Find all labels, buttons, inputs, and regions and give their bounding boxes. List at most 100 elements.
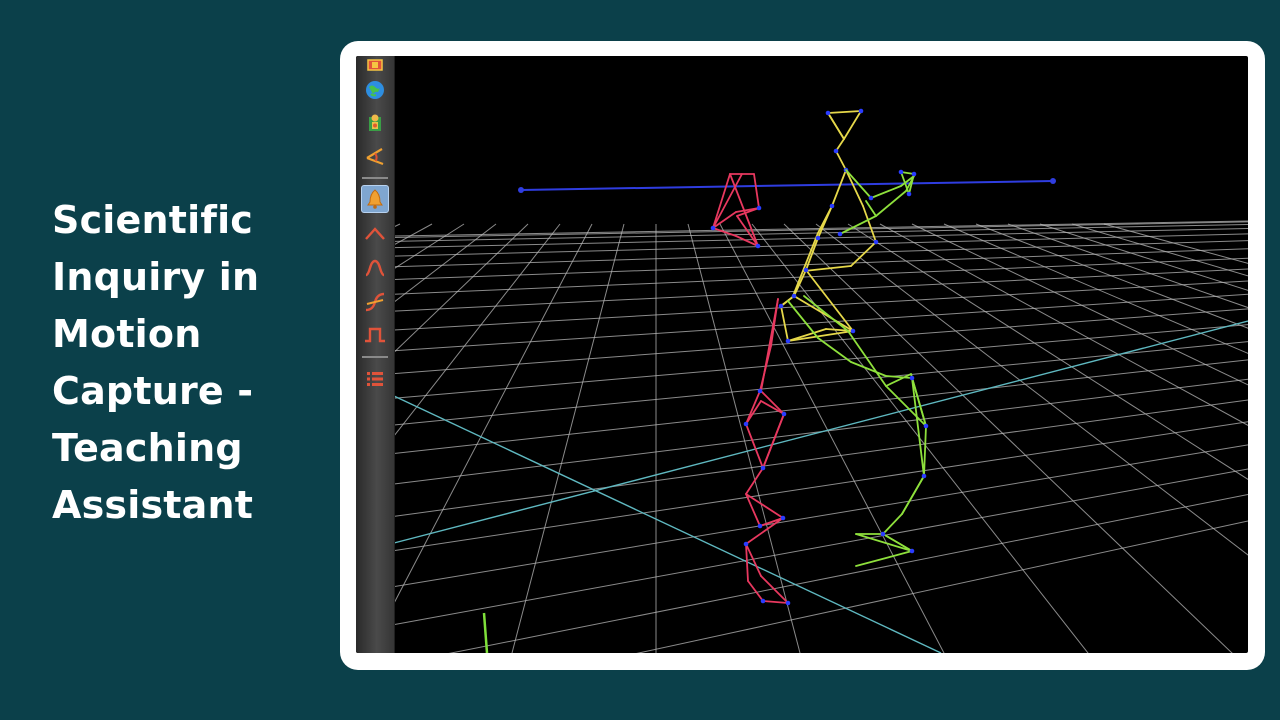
figure-button[interactable] [361,110,389,138]
bump-curve-button[interactable] [361,254,389,282]
marker-point [743,541,749,547]
skeleton-right-leg-segment [745,467,764,495]
skeleton-right-leg-segment [745,517,784,545]
marker-point [778,303,784,309]
marker-point [868,195,874,201]
marker-point [911,171,917,177]
grid-line [847,223,1248,480]
marker-point [829,203,835,209]
skeleton-torso-segment [817,205,833,234]
skeleton-head-segment [843,110,862,140]
marker-point [755,243,761,249]
axis-endpoint [518,187,524,193]
grid-line [393,359,1248,455]
skeleton-left-leg-segment [850,361,887,377]
marker-point [803,267,809,273]
square-wave-button[interactable] [361,321,389,349]
skeleton-right-leg-segment [760,575,789,604]
square-wave-icon [365,327,385,343]
slide-title-line: Motion [52,312,202,356]
marker-point [757,388,763,394]
skeleton-left-leg-segment [901,475,925,515]
angle-tool-button[interactable] [361,142,389,170]
s-curve-button[interactable] [361,288,389,316]
marker-point [785,338,791,344]
bell-icon [367,189,383,209]
toolbar-separator [362,356,388,358]
slide-title-line: Capture - [52,369,254,413]
skeleton-left-foot-segment [855,533,913,552]
slide-title-line: Inquiry in [52,255,260,299]
floor-grid [356,220,1248,653]
figure-body-icon [369,114,381,131]
marker-point [850,328,856,334]
marker-point [909,375,915,381]
grid-axis-line [393,395,942,653]
grid-line [393,421,1248,552]
mocap-3d-viewport[interactable] [356,56,1248,653]
green-axis-line [482,612,489,653]
marker-point [906,191,912,197]
skeleton-torso-segment [845,169,864,207]
marker-point [815,235,821,241]
toolbar-separator [362,177,388,179]
skeleton-left-arm-segment [865,200,877,217]
skeleton-left-leg-segment [803,295,849,332]
slide-title-line: Teaching [52,426,243,470]
slide-title: Scientific Inquiry in Motion Capture - T… [52,192,322,534]
skeleton-left-leg-segment [882,513,903,535]
marker-point [743,421,749,427]
blue-axis-line [520,180,1054,191]
marker-point [785,600,791,606]
marker-point [858,108,864,114]
skeleton-right-leg-segment [745,423,764,469]
skeleton-torso-segment [803,265,852,272]
vertical-toolbar [356,56,395,653]
marker-point [909,548,915,554]
marker-point [760,598,766,604]
skeleton-torso-segment [835,150,847,171]
list-icon [367,372,383,386]
grid-line [448,493,1248,653]
list-button[interactable] [361,365,389,393]
skeleton-left-leg-segment [911,377,925,477]
bell-button[interactable] [361,185,389,213]
marker-point [898,169,904,175]
skeleton-left-foot-segment [882,533,913,552]
marker-point [781,411,787,417]
skeleton-torso-segment [780,305,789,342]
skeleton-pelvis-segment [793,295,854,332]
marker-point [760,465,766,471]
marker-point [833,148,839,154]
skeleton-right-leg-segment [762,413,785,469]
marker-point [710,225,716,231]
angle-icon [366,148,384,166]
slide-title-line: Assistant [52,483,254,527]
scene-canvas[interactable] [356,56,1248,653]
skeleton-right-arm-segment [753,173,760,209]
skeleton-head-segment [827,112,845,140]
skeleton-torso-segment [793,269,807,297]
marker-point [757,523,763,529]
skeleton-right-leg-segment [759,517,784,527]
skeleton-left-leg-segment [817,337,852,363]
marker-point [780,515,786,521]
skeleton-right-leg-segment [762,600,789,604]
marker-point [880,531,886,537]
marker-point [873,239,879,245]
bump-curve-icon [365,259,385,277]
marker-point [837,231,843,237]
skeleton-left-arm-segment [870,185,902,199]
skeleton-left-leg-segment [923,425,927,477]
skeleton-right-leg-segment [745,390,761,425]
skeleton-head-segment [827,110,862,114]
s-curve-icon [365,292,385,312]
globe-button[interactable] [361,76,389,104]
slide-title-line: Scientific [52,198,254,242]
grid-line [393,444,1248,588]
caret-curve-button[interactable] [361,220,389,248]
axis-endpoint [1050,178,1056,184]
marker-point [825,110,831,116]
marker-point [923,423,929,429]
grid-line [393,468,1248,626]
